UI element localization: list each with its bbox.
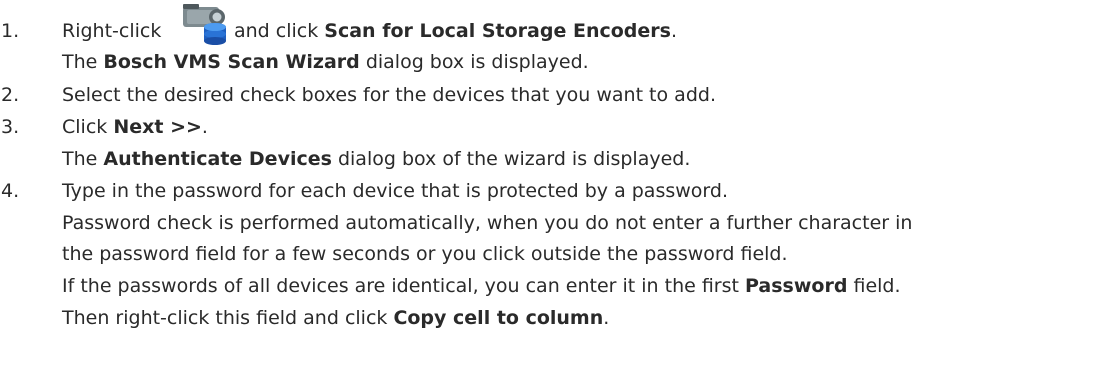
step-number: 1. [1, 20, 20, 42]
step-text: If the passwords of all devices are iden… [62, 275, 746, 297]
punctuation: . [670, 20, 678, 42]
step-text: Then right-click this field and click [62, 307, 394, 329]
step-text: Right-click [62, 20, 162, 42]
step-number: 2. [1, 84, 20, 106]
field-name: Password [745, 275, 848, 297]
step-4-line-5: Then right-click this field and click Co… [62, 304, 609, 332]
step-1-line-2: The Bosch VMS Scan Wizard dialog box is … [62, 48, 589, 76]
step-4-line-1: Type in the password for each device tha… [62, 180, 728, 202]
step-text: field. [847, 275, 901, 297]
dialog-name: Bosch VMS Scan Wizard [103, 51, 360, 73]
step-4-line-3: the password field for a few seconds or … [62, 243, 788, 265]
storage-encoder-icon [183, 4, 226, 45]
step-text: Click [62, 116, 114, 138]
button-label: Next >> [113, 116, 202, 138]
punctuation: . [201, 116, 208, 138]
step-4-line-4: If the passwords of all devices are iden… [62, 272, 901, 300]
punctuation: . [603, 307, 610, 329]
command-label: Scan for Local Storage Encoders [324, 20, 671, 42]
step-text: The [62, 148, 104, 170]
step-2-text: Select the desired check boxes for the d… [62, 84, 716, 106]
step-number: 4. [1, 180, 20, 202]
step-number: 3. [1, 116, 20, 138]
dialog-name: Authenticate Devices [103, 148, 332, 170]
step-text: dialog box of the wizard is displayed. [331, 148, 691, 170]
command-label: Copy cell to column [393, 307, 604, 329]
step-4-line-2: Password check is performed automaticall… [62, 212, 913, 234]
step-3-line-1: Click Next >>. [62, 113, 208, 141]
step-text: and click [234, 20, 325, 42]
step-1-line-1: Right-click [62, 17, 161, 45]
step-3-line-2: The Authenticate Devices dialog box of t… [62, 145, 690, 173]
step-text: The [62, 51, 104, 73]
step-1-line-1-cont: and click Scan for Local Storage Encoder… [234, 17, 677, 45]
step-text: dialog box is displayed. [359, 51, 589, 73]
